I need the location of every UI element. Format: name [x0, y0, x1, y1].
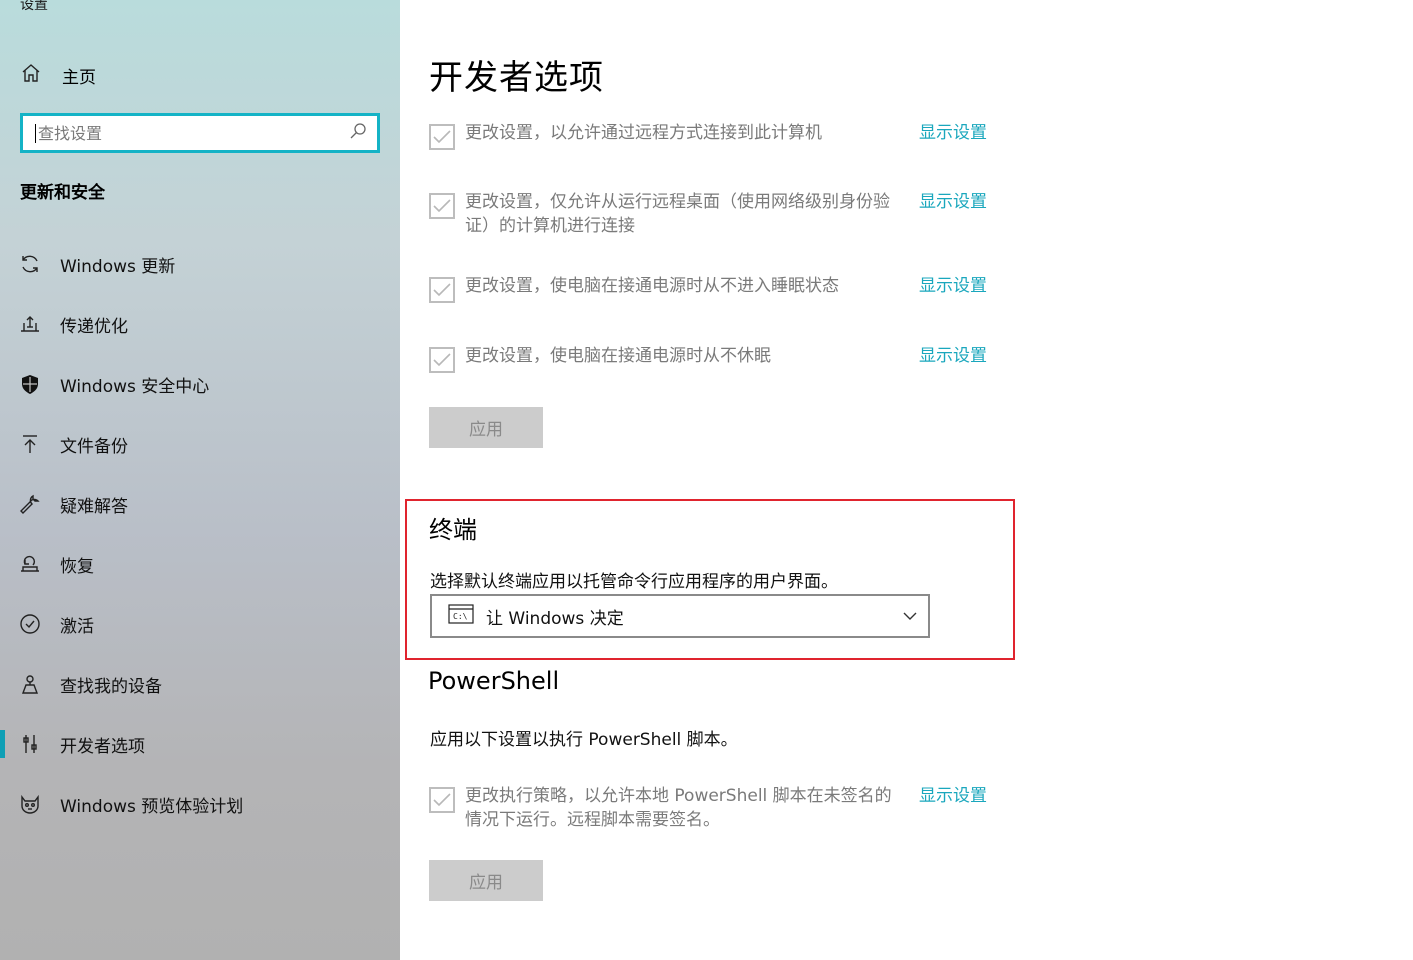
- wrench-icon: [18, 492, 42, 516]
- sidebar-item-backup[interactable]: 文件备份: [0, 414, 400, 474]
- app-title: 设置: [20, 0, 48, 13]
- sidebar-item-find-my-device[interactable]: 查找我的设备: [0, 654, 400, 714]
- setting-text: 更改设置，使电脑在接通电源时从不休眠: [465, 346, 771, 366]
- backup-arrow-up-icon: [18, 432, 42, 456]
- chevron-down-icon: [902, 608, 918, 628]
- home-nav-item[interactable]: 主页: [20, 62, 96, 88]
- terminal-selected-value: 让 Windows 决定: [486, 608, 624, 629]
- setting-text: 更改设置，仅允许从运行远程桌面（使用网络级别身份验证）的计算机进行连接: [465, 192, 890, 236]
- setting-checkbox[interactable]: [429, 193, 455, 219]
- page-title: 开发者选项: [429, 58, 604, 98]
- sidebar-item-label: Windows 安全中心: [60, 376, 210, 397]
- checkmark-icon: [433, 353, 451, 367]
- shield-icon: [18, 372, 42, 396]
- sidebar-item-label: 恢复: [60, 556, 94, 577]
- sidebar-item-windows-update[interactable]: Windows 更新: [0, 234, 400, 294]
- sidebar: 设置 主页 更新和安全 Windows 更新: [0, 0, 400, 960]
- sidebar-item-label: 文件备份: [60, 436, 128, 457]
- setting-checkbox[interactable]: [429, 347, 455, 373]
- checkmark-icon: [433, 283, 451, 297]
- developer-sliders-icon: [18, 732, 42, 756]
- sidebar-item-label: 传递优化: [60, 316, 128, 337]
- setting-text: 更改设置，以允许通过远程方式连接到此计算机: [465, 123, 822, 143]
- setting-row: 更改设置，以允许通过远程方式连接到此计算机 显示设置: [429, 121, 991, 150]
- sidebar-item-windows-security[interactable]: Windows 安全中心: [0, 354, 400, 414]
- setting-text: 更改执行策略，以允许本地 PowerShell 脚本在未签名的情况下运行。远程脚…: [465, 786, 892, 830]
- insider-cat-icon: [18, 792, 42, 816]
- show-settings-link[interactable]: 显示设置: [919, 344, 987, 368]
- sidebar-item-label: 开发者选项: [60, 736, 145, 757]
- setting-row: 更改设置，使电脑在接通电源时从不进入睡眠状态 显示设置: [429, 274, 991, 303]
- sidebar-item-delivery-optimization[interactable]: 传递优化: [0, 294, 400, 354]
- show-settings-link[interactable]: 显示设置: [919, 274, 987, 298]
- show-settings-link[interactable]: 显示设置: [919, 190, 987, 214]
- terminal-description: 选择默认终端应用以托管命令行应用程序的用户界面。: [430, 572, 838, 592]
- home-label: 主页: [62, 67, 96, 88]
- powershell-description: 应用以下设置以执行 PowerShell 脚本。: [430, 730, 738, 750]
- sidebar-item-label: Windows 更新: [60, 256, 176, 277]
- checkmark-icon: [433, 199, 451, 213]
- powershell-title: PowerShell: [428, 667, 560, 695]
- console-icon: C:\: [448, 604, 474, 628]
- setting-checkbox[interactable]: [429, 124, 455, 150]
- sidebar-item-windows-insider[interactable]: Windows 预览体验计划: [0, 774, 400, 834]
- search-icon[interactable]: [349, 122, 367, 144]
- delivery-optimization-icon: [18, 312, 42, 336]
- sidebar-item-recovery[interactable]: 恢复: [0, 534, 400, 594]
- svg-text:C:\: C:\: [453, 612, 468, 621]
- sidebar-item-label: 疑难解答: [60, 496, 128, 517]
- main-content: 开发者选项 更改设置，以允许通过远程方式连接到此计算机 显示设置 更改设置，仅允…: [400, 0, 1413, 960]
- recovery-icon: [18, 552, 42, 576]
- setting-row: 更改设置，仅允许从运行远程桌面（使用网络级别身份验证）的计算机进行连接 显示设置: [429, 190, 991, 238]
- setting-row: 更改设置，使电脑在接通电源时从不休眠 显示设置: [429, 344, 991, 373]
- search-box[interactable]: [20, 113, 380, 153]
- setting-checkbox[interactable]: [429, 787, 455, 813]
- checkmark-icon: [433, 793, 451, 807]
- sidebar-item-label: Windows 预览体验计划: [60, 796, 244, 817]
- setting-text: 更改设置，使电脑在接通电源时从不进入睡眠状态: [465, 276, 839, 296]
- terminal-dropdown[interactable]: C:\ 让 Windows 决定: [430, 594, 930, 638]
- check-circle-icon: [18, 612, 42, 636]
- find-device-icon: [18, 672, 42, 696]
- apply-button[interactable]: 应用: [429, 407, 543, 448]
- show-settings-link[interactable]: 显示设置: [919, 784, 987, 808]
- sidebar-item-activation[interactable]: 激活: [0, 594, 400, 654]
- sidebar-item-developer-options[interactable]: 开发者选项: [0, 714, 400, 774]
- setting-row: 更改执行策略，以允许本地 PowerShell 脚本在未签名的情况下运行。远程脚…: [429, 784, 991, 832]
- terminal-title: 终端: [429, 516, 477, 544]
- sidebar-item-label: 查找我的设备: [60, 676, 162, 697]
- home-icon: [20, 62, 42, 88]
- checkmark-icon: [433, 130, 451, 144]
- search-input[interactable]: [35, 123, 349, 143]
- sidebar-item-label: 激活: [60, 616, 94, 637]
- section-title: 更新和安全: [20, 183, 105, 203]
- powershell-apply-button[interactable]: 应用: [429, 860, 543, 901]
- sidebar-nav: Windows 更新 传递优化 Windows 安全中心 文件备份 疑难解答 恢…: [0, 234, 400, 834]
- sidebar-item-troubleshoot[interactable]: 疑难解答: [0, 474, 400, 534]
- sync-icon: [18, 252, 42, 276]
- setting-checkbox[interactable]: [429, 277, 455, 303]
- show-settings-link[interactable]: 显示设置: [919, 121, 987, 145]
